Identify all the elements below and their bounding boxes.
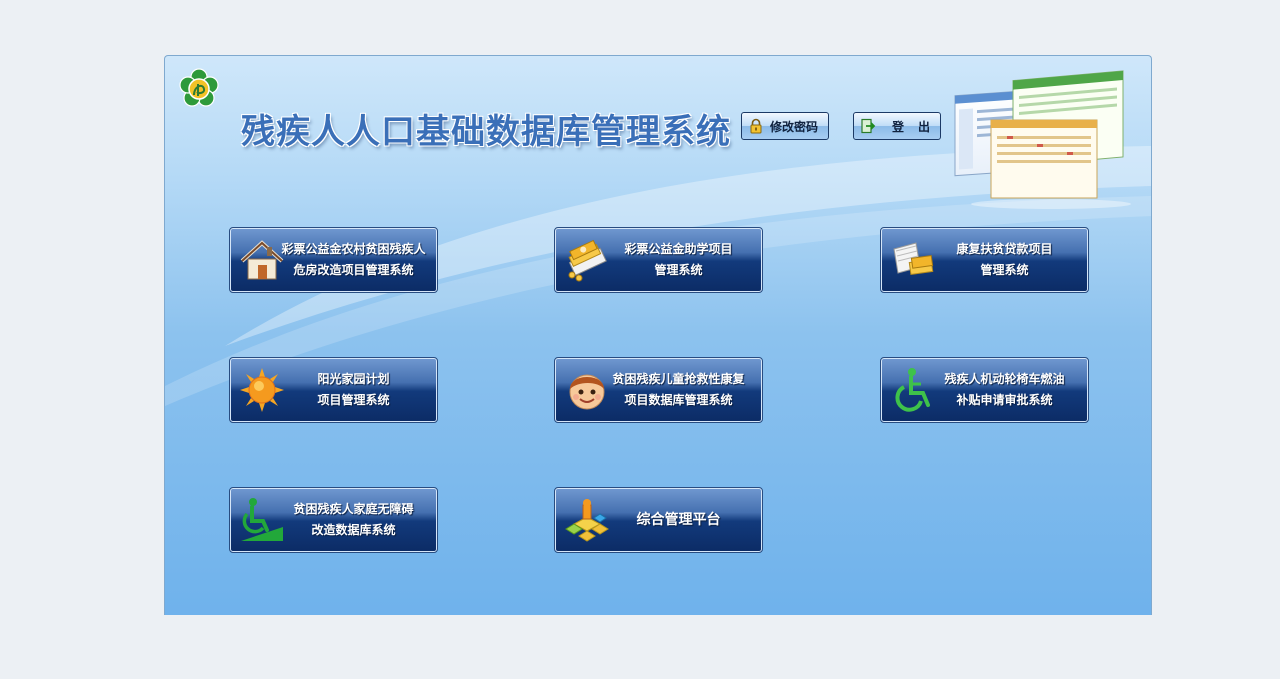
system-button-rehab-loan[interactable]: 康复扶贫贷款项目 管理系统 [880, 227, 1089, 293]
screenshot-collage-icon [954, 70, 1131, 209]
system-button-barrier-free[interactable]: 贫困残疾人家庭无障碍 改造数据库系统 [229, 487, 438, 553]
system-button-wheelchair-fuel[interactable]: 残疾人机动轮椅车燃油 补贴申请审批系统 [880, 357, 1089, 423]
system-button-label: 康复扶贫贷款项目 管理系统 [956, 242, 1053, 277]
system-button-label: 贫困残疾儿童抢救性康复 项目数据库管理系统 [612, 372, 745, 407]
main-panel: 残疾人人口基础数据库管理系统 修改密码 登出 彩票公益金农村贫困残疾人 危房改造… [164, 55, 1152, 615]
lock-icon [748, 118, 764, 134]
logout-label: 登出 [892, 119, 945, 134]
change-password-label: 修改密码 [770, 119, 819, 134]
exit-door-icon [860, 118, 876, 134]
page-title: 残疾人人口基础数据库管理系统 [241, 112, 731, 152]
system-button-integrated-platform[interactable]: 综合管理平台 [554, 487, 763, 553]
system-button-rural-housing[interactable]: 彩票公益金农村贫困残疾人 危房改造项目管理系统 [229, 227, 438, 293]
system-button-label: 彩票公益金助学项目 管理系统 [624, 242, 733, 277]
change-password-button[interactable]: 修改密码 [741, 112, 829, 140]
system-button-label: 贫困残疾人家庭无障碍 改造数据库系统 [293, 502, 414, 537]
system-button-label: 彩票公益金农村贫困残疾人 危房改造项目管理系统 [281, 242, 426, 277]
system-button-label: 综合管理平台 [636, 511, 721, 528]
system-button-sunshine-home[interactable]: 阳光家园计划 项目管理系统 [229, 357, 438, 423]
logout-button[interactable]: 登出 [853, 112, 941, 140]
system-button-child-rehab[interactable]: 贫困残疾儿童抢救性康复 项目数据库管理系统 [554, 357, 763, 423]
system-button-label: 阳光家园计划 项目管理系统 [317, 372, 390, 407]
system-button-student-aid[interactable]: 彩票公益金助学项目 管理系统 [554, 227, 763, 293]
federation-emblem-icon [179, 68, 219, 107]
system-button-label: 残疾人机动轮椅车燃油 补贴申请审批系统 [944, 372, 1065, 407]
